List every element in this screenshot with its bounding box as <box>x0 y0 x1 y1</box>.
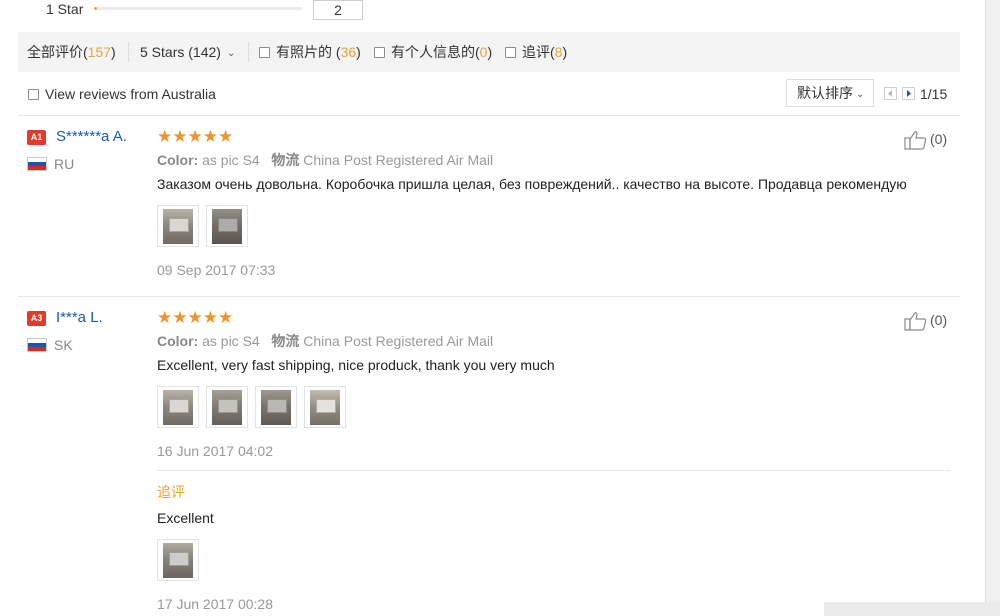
review-text: Заказом очень довольна. Коробочка пришла… <box>157 176 907 192</box>
chevron-down-icon: ⌄ <box>226 48 236 59</box>
divider <box>18 115 960 116</box>
histogram-count[interactable]: 2 <box>313 0 363 20</box>
histogram-bar <box>94 7 302 10</box>
color-value: as pic S4 <box>202 333 260 349</box>
filter-personal[interactable]: 有个人信息的(0) <box>374 32 492 72</box>
caret-left-icon <box>888 90 892 97</box>
flag-icon <box>27 157 47 171</box>
review-photo[interactable] <box>255 386 297 428</box>
review-date: 09 Sep 2017 07:33 <box>157 262 276 278</box>
filter-all-count: 157 <box>87 44 112 60</box>
reviewer-name[interactable]: S******a A. <box>56 128 127 145</box>
filter-divider <box>128 42 129 62</box>
review-date: 16 Jun 2017 04:02 <box>157 443 273 459</box>
thumbs-up-icon <box>904 131 927 150</box>
followup-text: Excellent <box>157 510 214 526</box>
filter-divider <box>248 42 249 62</box>
order-info: Color: as pic S4 物流 China Post Registere… <box>157 150 493 170</box>
review-photo[interactable] <box>304 386 346 428</box>
reviewer-country: SK <box>54 337 73 353</box>
helpful-count: (0) <box>930 312 948 328</box>
logistics-value: China Post Registered Air Mail <box>303 333 494 349</box>
star-filter-label: 5 Stars (142) <box>140 44 221 60</box>
histogram-bar-fill <box>94 7 97 10</box>
filter-personal-label: 有个人信息的 <box>391 44 475 60</box>
star-filter-dropdown[interactable]: 5 Stars (142) ⌄ <box>140 32 235 72</box>
followup-date: 17 Jun 2017 00:28 <box>157 596 273 612</box>
filter-bar: 全部评价(157) 5 Stars (142) ⌄ 有照片的 (36) 有个人信息… <box>18 32 960 72</box>
chevron-down-icon: ⌄ <box>856 89 865 100</box>
histogram-label: 1 Star <box>46 1 84 17</box>
page-corner <box>824 602 1000 616</box>
reviewer-name[interactable]: I***a L. <box>56 309 103 326</box>
filter-photos-count: 36 <box>340 44 357 60</box>
divider <box>18 296 960 297</box>
level-badge: A3 <box>27 311 46 326</box>
thumbs-up-icon <box>904 312 927 331</box>
photos-checkbox[interactable] <box>259 47 270 58</box>
logistics-label: 物流 <box>271 333 300 349</box>
next-page-button[interactable] <box>902 87 915 100</box>
review-photo[interactable] <box>206 205 248 247</box>
color-value: as pic S4 <box>202 152 260 168</box>
filter-photos[interactable]: 有照片的 (36) <box>259 32 361 72</box>
color-label: Color: <box>157 152 199 168</box>
caret-right-icon <box>907 90 911 97</box>
view-country-filter[interactable]: View reviews from Australia <box>28 86 216 102</box>
order-info: Color: as pic S4 物流 China Post Registere… <box>157 331 493 351</box>
filter-all-label: 全部评价 <box>27 44 83 60</box>
filter-followup-count: 8 <box>554 44 563 60</box>
helpful-button[interactable]: (0) <box>904 130 947 150</box>
sort-dropdown[interactable]: 默认排序 ⌄ <box>786 79 874 107</box>
personal-info-checkbox[interactable] <box>374 47 385 58</box>
review-photo[interactable] <box>206 386 248 428</box>
flag-icon <box>27 338 47 352</box>
review-photo[interactable] <box>157 539 199 581</box>
color-label: Color: <box>157 333 199 349</box>
logistics-value: China Post Registered Air Mail <box>303 152 494 168</box>
review-photo[interactable] <box>157 205 199 247</box>
level-badge: A1 <box>27 130 46 145</box>
filter-followup[interactable]: 追评(8) <box>505 32 567 72</box>
filter-personal-count: 0 <box>479 44 488 60</box>
reviewer-country: RU <box>54 156 75 172</box>
view-country-checkbox[interactable] <box>28 89 39 100</box>
helpful-count: (0) <box>930 131 948 147</box>
helpful-button[interactable]: (0) <box>904 311 947 331</box>
review-text: Excellent, very fast shipping, nice prod… <box>157 357 555 373</box>
page-edge <box>985 0 1000 616</box>
logistics-label: 物流 <box>271 152 300 168</box>
star-rating: ★★★★★ <box>157 308 234 327</box>
prev-page-button[interactable] <box>884 87 897 100</box>
star-rating: ★★★★★ <box>157 127 234 146</box>
review-photo[interactable] <box>157 386 199 428</box>
view-country-label: View reviews from Australia <box>45 86 216 102</box>
followup-title: 追评 <box>157 484 185 500</box>
divider <box>157 470 950 471</box>
followup-checkbox[interactable] <box>505 47 516 58</box>
sort-label: 默认排序 <box>797 85 853 101</box>
filter-all[interactable]: 全部评价(157) <box>27 32 116 72</box>
filter-followup-label: 追评 <box>522 44 550 60</box>
page-indicator: 1/15 <box>920 86 948 102</box>
filter-photos-label: 有照片的 <box>276 44 332 60</box>
